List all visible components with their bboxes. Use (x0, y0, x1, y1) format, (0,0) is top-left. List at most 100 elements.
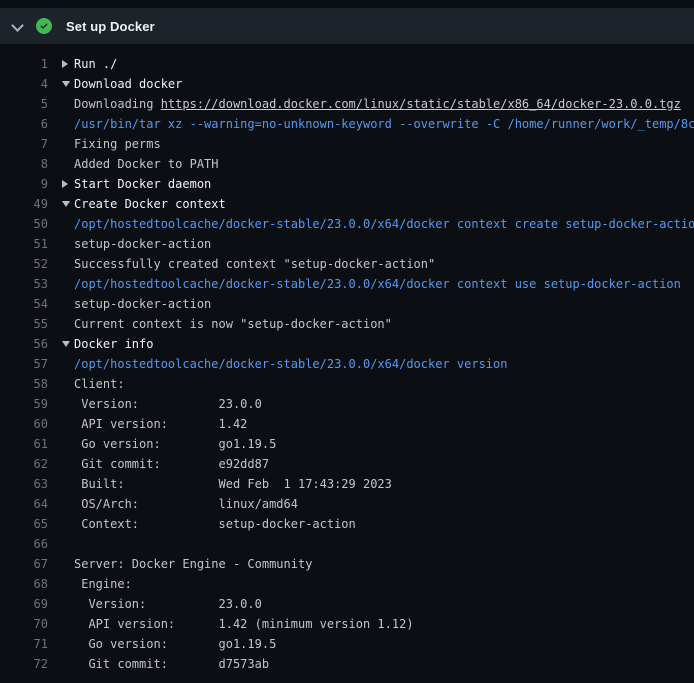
log-text-segment: Client: (74, 377, 125, 391)
line-number[interactable]: 64 (0, 497, 48, 511)
log-line: 65 Context: setup-docker-action (0, 514, 694, 534)
log-command-text: /usr/bin/tar xz --warning=no-unknown-key… (74, 117, 694, 131)
log-line: 67Server: Docker Engine - Community (0, 554, 694, 574)
log-text-segment: Context: setup-docker-action (74, 517, 356, 531)
chevron-right-icon[interactable] (62, 60, 72, 68)
line-number[interactable]: 5 (0, 97, 48, 111)
log-group-line[interactable]: 4 Download docker (0, 74, 694, 94)
log-text: /opt/hostedtoolcache/docker-stable/23.0.… (74, 277, 681, 291)
log-text: Downloading https://download.docker.com/… (74, 97, 681, 111)
line-number[interactable]: 50 (0, 217, 48, 231)
log-text-segment: Docker info (74, 337, 153, 351)
log-text-segment: Git commit: e92dd87 (74, 457, 269, 471)
log-text: Create Docker context (74, 197, 226, 211)
line-number[interactable]: 68 (0, 577, 48, 591)
log-line: 50/opt/hostedtoolcache/docker-stable/23.… (0, 214, 694, 234)
log-text: Docker info (74, 337, 153, 351)
line-number[interactable]: 71 (0, 637, 48, 651)
success-check-icon (36, 18, 52, 34)
line-number[interactable]: 59 (0, 397, 48, 411)
line-number[interactable]: 69 (0, 597, 48, 611)
log-text: Run ./ (74, 57, 117, 71)
line-number[interactable]: 7 (0, 137, 48, 151)
chevron-down-icon[interactable] (12, 21, 22, 31)
line-number[interactable]: 67 (0, 557, 48, 571)
log-line: 71 Go version: go1.19.5 (0, 634, 694, 654)
line-number[interactable]: 51 (0, 237, 48, 251)
log-line: 57/opt/hostedtoolcache/docker-stable/23.… (0, 354, 694, 374)
line-number[interactable]: 54 (0, 297, 48, 311)
chevron-down-icon[interactable] (62, 81, 72, 87)
log-text-segment: Git commit: d7573ab (74, 657, 269, 671)
log-text: setup-docker-action (74, 237, 211, 251)
log-text: Fixing perms (74, 137, 161, 151)
log-text: Context: setup-docker-action (74, 517, 356, 531)
log-text: Go version: go1.19.5 (74, 437, 276, 451)
log-url-link[interactable]: https://download.docker.com/linux/static… (161, 97, 681, 111)
log-line: 72 Git commit: d7573ab (0, 654, 694, 674)
log-text: Start Docker daemon (74, 177, 211, 191)
log-group-line[interactable]: 9 Start Docker daemon (0, 174, 694, 194)
log-text: API version: 1.42 (74, 417, 247, 431)
line-number[interactable]: 9 (0, 177, 48, 191)
log-text-segment: Create Docker context (74, 197, 226, 211)
log-line: 59 Version: 23.0.0 (0, 394, 694, 414)
log-command-text: /opt/hostedtoolcache/docker-stable/23.0.… (74, 357, 507, 371)
log-text-segment: Run ./ (74, 57, 117, 71)
log-line: 8Added Docker to PATH (0, 154, 694, 174)
log-text-segment: Built: Wed Feb 1 17:43:29 2023 (74, 477, 392, 491)
line-number[interactable]: 70 (0, 617, 48, 631)
line-number[interactable]: 52 (0, 257, 48, 271)
log-line: 54 setup-docker-action (0, 294, 694, 314)
log-text: Client: (74, 377, 125, 391)
line-number[interactable]: 1 (0, 57, 48, 71)
step-header[interactable]: Set up Docker (0, 8, 694, 44)
line-number[interactable]: 53 (0, 277, 48, 291)
log-text: Engine: (74, 577, 132, 591)
log-text: Go version: go1.19.5 (74, 637, 276, 651)
log-text-segment: OS/Arch: linux/amd64 (74, 497, 298, 511)
line-number[interactable]: 66 (0, 537, 48, 551)
log-line: 62 Git commit: e92dd87 (0, 454, 694, 474)
log-text: Git commit: d7573ab (74, 657, 269, 671)
log-group-line[interactable]: 56 Docker info (0, 334, 694, 354)
log-text-segment: API version: 1.42 (74, 417, 247, 431)
line-number[interactable]: 61 (0, 437, 48, 451)
log-line: 5 Downloading https://download.docker.com… (0, 94, 694, 114)
log-text-segment: Go version: go1.19.5 (74, 437, 276, 451)
line-number[interactable]: 49 (0, 197, 48, 211)
line-number[interactable]: 6 (0, 117, 48, 131)
log-text: /usr/bin/tar xz --warning=no-unknown-key… (74, 117, 694, 131)
line-number[interactable]: 55 (0, 317, 48, 331)
log-text-segment: Version: 23.0.0 (74, 597, 262, 611)
line-number[interactable]: 57 (0, 357, 48, 371)
log-line: 7 Fixing perms (0, 134, 694, 154)
line-number[interactable]: 62 (0, 457, 48, 471)
log-line: 52Successfully created context "setup-do… (0, 254, 694, 274)
line-number[interactable]: 72 (0, 657, 48, 671)
log-group-line[interactable]: 1 Run ./ (0, 54, 694, 74)
line-number[interactable]: 56 (0, 337, 48, 351)
line-number[interactable]: 63 (0, 477, 48, 491)
line-number[interactable]: 8 (0, 157, 48, 171)
log-text-segment: setup-docker-action (74, 297, 211, 311)
log-text: /opt/hostedtoolcache/docker-stable/23.0.… (74, 217, 694, 231)
line-number[interactable]: 65 (0, 517, 48, 531)
log-text: OS/Arch: linux/amd64 (74, 497, 298, 511)
log-text-segment: Version: 23.0.0 (74, 397, 262, 411)
log-group-line[interactable]: 49 Create Docker context (0, 194, 694, 214)
log-text-segment: API version: 1.42 (minimum version 1.12) (74, 617, 414, 631)
log-text-segment: Go version: go1.19.5 (74, 637, 276, 651)
log-command-text: /opt/hostedtoolcache/docker-stable/23.0.… (74, 277, 681, 291)
chevron-down-icon[interactable] (62, 341, 72, 347)
log-line: 68 Engine: (0, 574, 694, 594)
log-line: 6/usr/bin/tar xz --warning=no-unknown-ke… (0, 114, 694, 134)
log-text-segment: Download docker (74, 77, 182, 91)
line-number[interactable]: 60 (0, 417, 48, 431)
chevron-down-icon[interactable] (62, 201, 72, 207)
log-command-text: /opt/hostedtoolcache/docker-stable/23.0.… (74, 217, 694, 231)
line-number[interactable]: 58 (0, 377, 48, 391)
line-number[interactable]: 4 (0, 77, 48, 91)
chevron-right-icon[interactable] (62, 180, 72, 188)
log-line: 63 Built: Wed Feb 1 17:43:29 2023 (0, 474, 694, 494)
